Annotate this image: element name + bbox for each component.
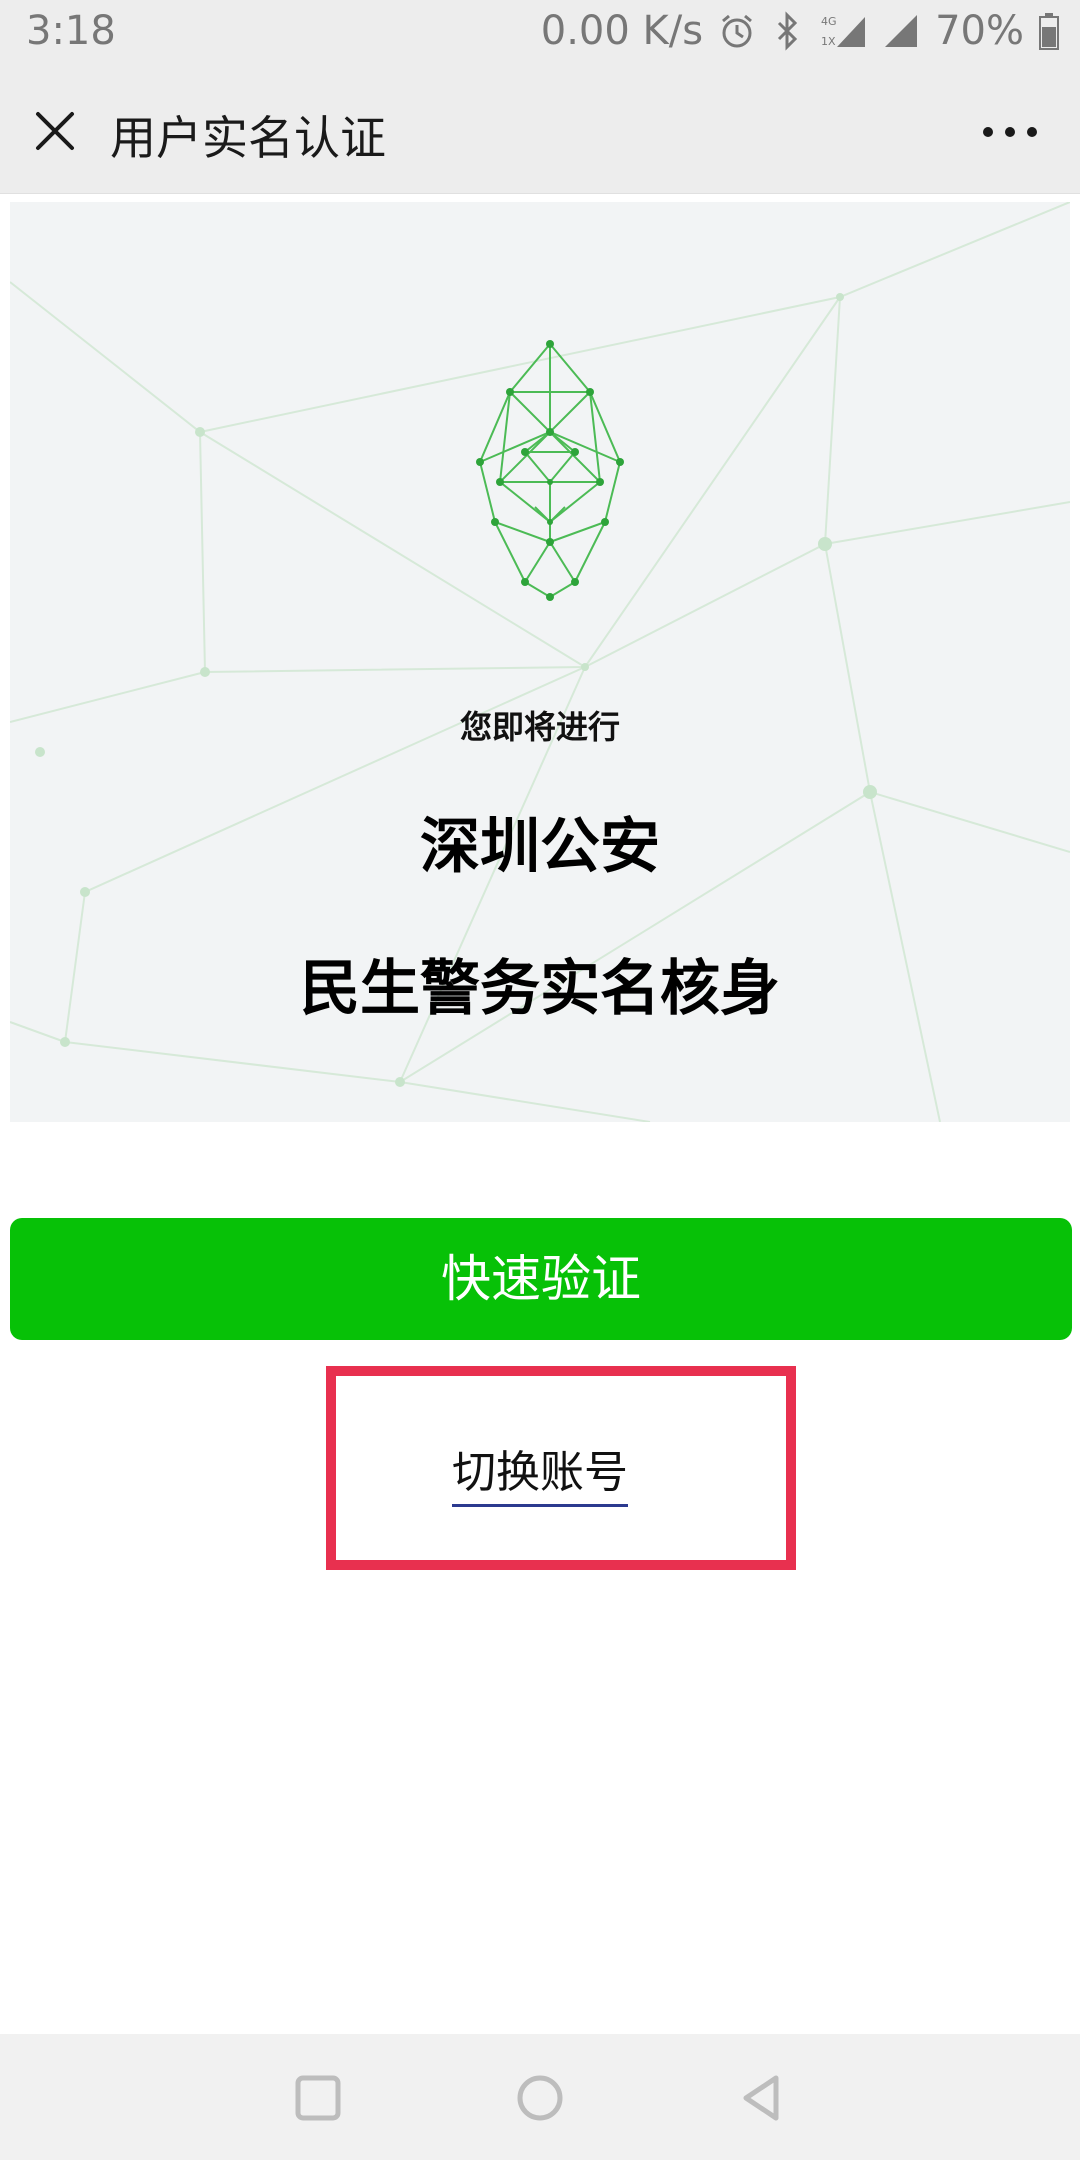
recent-apps-icon[interactable] bbox=[292, 2072, 344, 2124]
home-icon[interactable] bbox=[514, 2072, 566, 2124]
battery-icon bbox=[1039, 13, 1059, 50]
face-recognition-icon bbox=[476, 340, 624, 601]
status-bar: 3:18 0.00 K/s 4G 1X 70% bbox=[0, 0, 1080, 66]
more-icon[interactable] bbox=[980, 120, 1040, 144]
signal-icon bbox=[885, 15, 918, 47]
page-title: 用户实名认证 bbox=[110, 111, 386, 165]
app-header: 用户实名认证 bbox=[0, 66, 1080, 194]
hero-subtitle: 您即将进行 bbox=[459, 708, 620, 746]
status-time: 3:18 bbox=[26, 8, 116, 54]
hero-title-agency: 深圳公安 bbox=[420, 812, 660, 882]
svg-text:4G: 4G bbox=[821, 15, 837, 28]
close-icon[interactable] bbox=[30, 106, 80, 156]
quick-verify-button[interactable]: 快速验证 bbox=[10, 1218, 1072, 1340]
system-nav-bar bbox=[0, 2034, 1080, 2160]
signal-4g-icon: 4G 1X bbox=[821, 15, 866, 48]
alarm-icon bbox=[722, 14, 753, 48]
network-speed: 0.00 K/s bbox=[540, 8, 704, 54]
hero-title-service: 民生警务实名核身 bbox=[300, 954, 780, 1024]
screen: 3:18 0.00 K/s 4G 1X 70% 用户实名认证 您即将进行 深圳公… bbox=[0, 0, 1080, 2160]
status-indicators: 0.00 K/s 4G 1X 70% bbox=[541, 8, 1060, 54]
hero-panel: 您即将进行 深圳公安 民生警务实名核身 bbox=[10, 202, 1070, 1122]
battery-percent: 70% bbox=[935, 8, 1024, 54]
back-icon[interactable] bbox=[736, 2072, 788, 2124]
switch-account-link[interactable]: 切换账号 bbox=[452, 1436, 628, 1507]
svg-text:1X: 1X bbox=[821, 35, 836, 48]
bluetooth-icon bbox=[778, 11, 798, 51]
